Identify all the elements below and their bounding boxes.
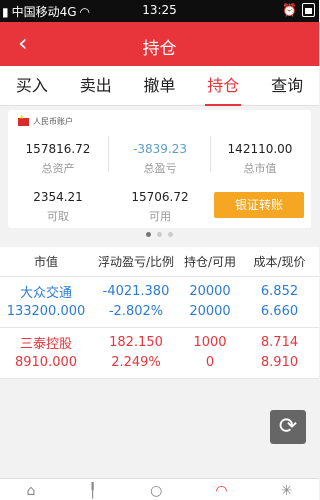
battery-icon [302, 3, 315, 17]
refresh-icon[interactable]: ⟳ [270, 410, 306, 444]
cost-price: 8.714 [260, 334, 299, 350]
pnl-value: -4021.380 [102, 283, 170, 299]
current-price: 6.660 [260, 303, 299, 319]
trade-icon[interactable]: ◠ [215, 483, 227, 499]
tab-positions[interactable]: 持仓 [191, 66, 255, 106]
current-price: 8.910 [260, 354, 299, 370]
tab-sell[interactable]: 卖出 [64, 66, 128, 105]
cost-price: 6.852 [260, 283, 299, 299]
total-pnl: -3839.23 总盈亏 [110, 142, 210, 176]
pnl-percent: 2.249% [111, 354, 161, 370]
total-pnl-label: 总盈亏 [143, 162, 177, 175]
withdrawable-label: 可取 [47, 210, 69, 223]
tab-buy[interactable]: 买入 [0, 66, 64, 105]
divider [108, 136, 109, 172]
holdings-header: 市值 浮动盈亏/比例 持仓/可用 成本/现价 [0, 247, 319, 277]
alarm-icon: ⏰ [282, 3, 297, 17]
tab-cancel[interactable]: 撤单 [128, 66, 192, 105]
holdings-table: 市值 浮动盈亏/比例 持仓/可用 成本/现价 大众交通 -4021.380 20… [0, 247, 319, 379]
tab-query[interactable]: 查询 [255, 66, 319, 105]
china-flag-icon [18, 114, 29, 126]
withdrawable: 2354.21 可取 [8, 190, 108, 224]
profile-icon[interactable]: ○ [150, 483, 162, 499]
avail-qty: 20000 [189, 303, 231, 319]
stock-name: 三泰控股 [19, 336, 72, 352]
market-value: 142110.00 总市值 [210, 142, 310, 176]
col-pnl: 浮动盈亏/比例 [97, 255, 175, 269]
market-icon[interactable]: ╿ [89, 483, 97, 499]
available-value: 15706.72 [131, 190, 189, 204]
bank-transfer-button[interactable]: 银证转账 [214, 192, 304, 218]
status-bar: ▮ 中国移动4G ◠ 13:25 ⏰ [0, 0, 319, 22]
status-time: 13:25 [142, 3, 177, 17]
total-assets: 157816.72 总资产 [8, 142, 108, 176]
pager-dot[interactable] [168, 232, 173, 237]
account-label: 人民币账户 [18, 114, 73, 127]
account-name: 人民币账户 [33, 117, 73, 126]
market-value-value: 142110.00 [227, 142, 293, 156]
app-header: ‹ 持仓 [0, 22, 319, 66]
pnl-value: 182.150 [109, 334, 163, 350]
pager-dot[interactable] [146, 232, 151, 237]
total-pnl-value: -3839.23 [133, 142, 187, 156]
hold-qty: 20000 [189, 283, 231, 299]
holding-row-santai[interactable]: 三泰控股 182.150 1000 8.714 8910.000 2.249% … [0, 328, 319, 379]
total-assets-label: 总资产 [41, 162, 75, 175]
pnl-percent: -2.802% [108, 303, 164, 319]
home-icon[interactable]: ⌂ [27, 483, 36, 499]
col-market-value: 市值 [33, 255, 58, 269]
trade-tabs: 买入 卖出 撤单 持仓 查询 [0, 66, 319, 106]
col-cost-price: 成本/现价 [253, 255, 306, 269]
available-label: 可用 [149, 210, 171, 223]
avail-qty: 0 [205, 354, 215, 370]
available: 15706.72 可用 [110, 190, 210, 224]
market-value-label: 总市值 [243, 162, 277, 175]
holding-row-dazhong[interactable]: 大众交通 -4021.380 20000 6.852 133200.000 -2… [0, 277, 319, 328]
hold-qty: 1000 [193, 334, 227, 350]
total-assets-value: 157816.72 [25, 142, 91, 156]
pager-dots [0, 232, 319, 237]
page-title: 持仓 [142, 39, 177, 59]
stock-market-value: 133200.000 [6, 303, 86, 319]
pager-dot[interactable] [157, 232, 162, 237]
stock-name: 大众交通 [19, 285, 72, 301]
stock-market-value: 8910.000 [14, 354, 78, 370]
col-holding: 持仓/可用 [183, 255, 237, 269]
status-right: ⏰ [282, 3, 315, 17]
bottom-nav: ⌂ ╿ ○ ◠ ✳ [0, 478, 319, 500]
withdrawable-value: 2354.21 [33, 190, 83, 204]
more-icon[interactable]: ✳ [281, 483, 293, 499]
